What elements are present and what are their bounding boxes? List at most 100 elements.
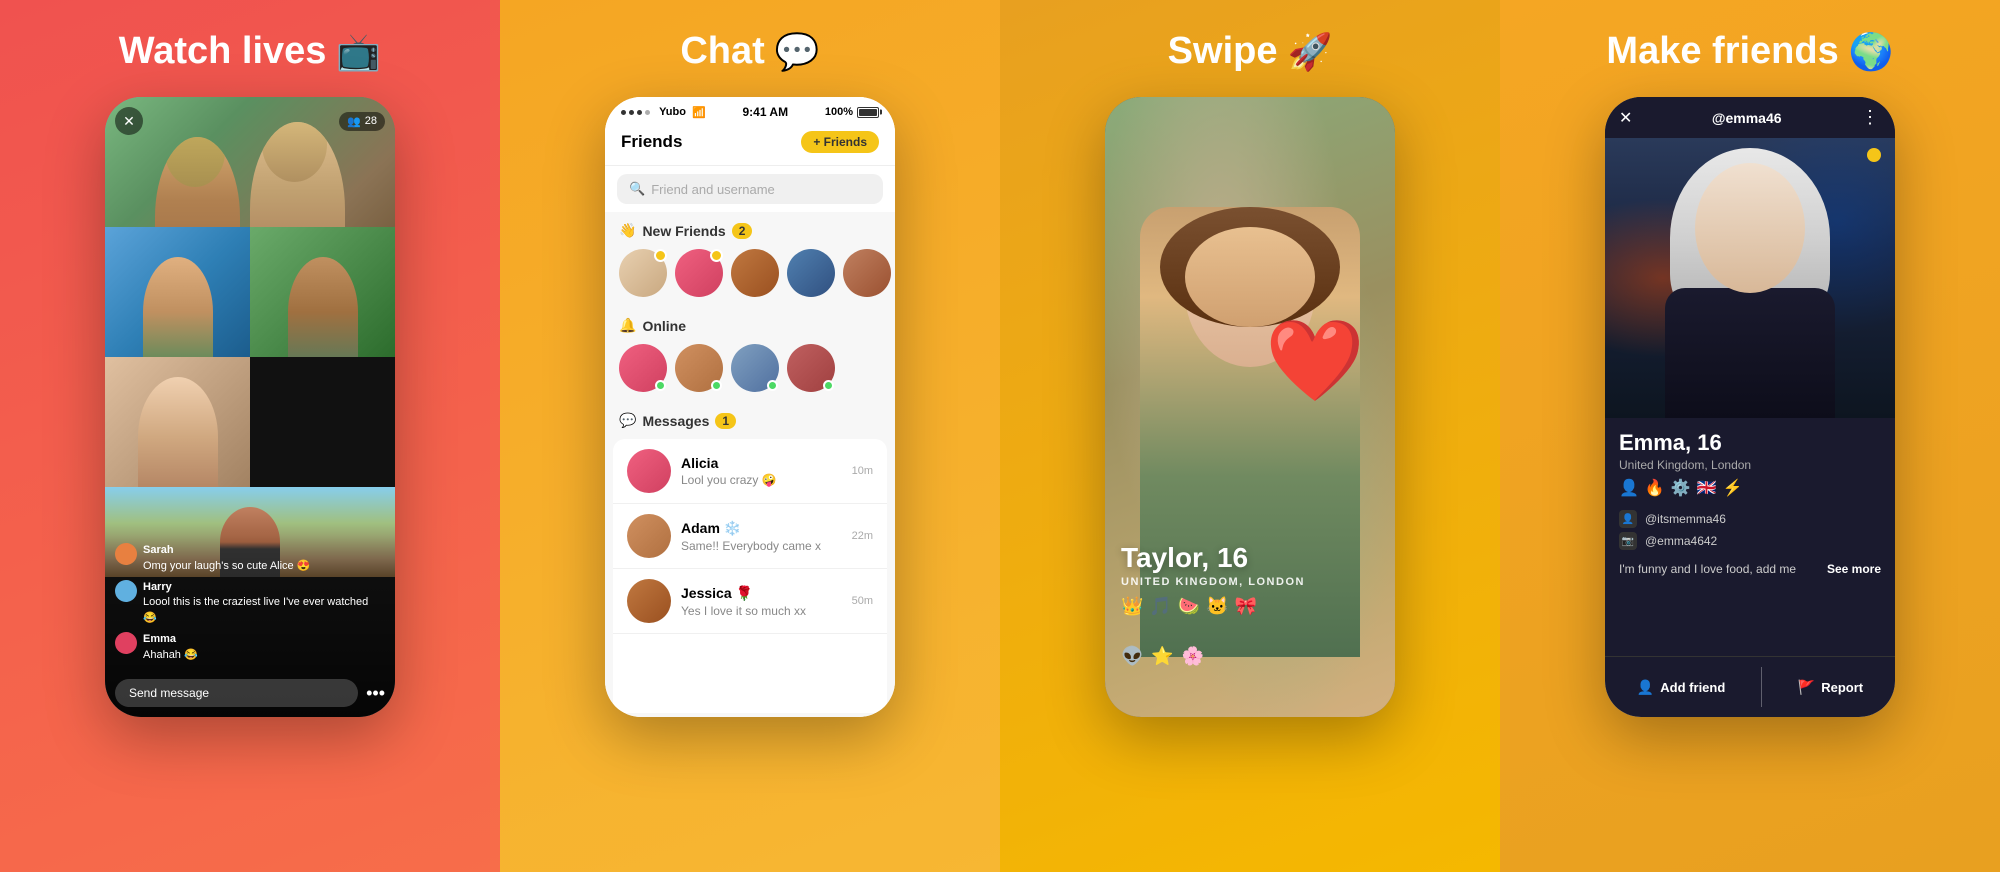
online-section-header: 🔔 Online (605, 307, 895, 340)
live-dots: ••• (366, 683, 385, 704)
live-send-input[interactable]: Send message (115, 679, 358, 707)
swipe-location: UNITED KINGDOM, London (1121, 576, 1379, 588)
link-icon-2: 📷 (1619, 532, 1637, 550)
msg-time-alicia: 10m (852, 465, 873, 477)
chat-panel: Chat 💬 Yubo 📶 9:41 AM 100% (500, 0, 1000, 872)
chat-msg-harry: Harry Loool this is the craziest live I'… (115, 580, 385, 626)
swipe-title-heading: Swipe 🚀 (1168, 30, 1333, 73)
msg-content-alicia: Alicia Lool you crazy 🤪 (681, 455, 842, 487)
battery-fill (859, 109, 877, 116)
new-friend-2[interactable] (675, 249, 723, 297)
make-friends-phone: ✕ @emma46 ⋮ (1605, 97, 1895, 717)
avatar-circle (731, 249, 779, 297)
profile-link-2: 📷 @emma4642 (1619, 532, 1881, 550)
online-indicator (655, 380, 666, 391)
chat-title-heading: Chat 💬 (680, 30, 819, 73)
profile-info: Emma, 16 United Kingdom, London 👤 🔥 ⚙️ 🇬… (1605, 418, 1895, 506)
new-friend-5[interactable] (843, 249, 891, 297)
swipe-panel: Swipe 🚀 ❤️ Taylor, 16 UNITED KINGDOM, Lo… (1000, 0, 1500, 872)
new-friend-3[interactable] (731, 249, 779, 297)
chat-screen: Yubo 📶 9:41 AM 100% Friends + Friends (605, 97, 895, 717)
messages-badge: 1 (715, 413, 736, 429)
add-friend-icon: 👤 (1637, 679, 1654, 696)
online-friend-1[interactable] (619, 344, 667, 392)
new-friends-section-header: 👋 New Friends 2 (605, 212, 895, 245)
chat-app-header: Friends + Friends (605, 123, 895, 166)
online-friend-3[interactable] (731, 344, 779, 392)
status-right: 100% (825, 106, 879, 118)
profile-username: @emma46 (1712, 110, 1782, 126)
new-indicator (654, 249, 667, 262)
swipe-interest-emojis: 👑 🎵 🍉 🐱 🎀 (1121, 596, 1379, 617)
message-row-alicia[interactable]: Alicia Lool you crazy 🤪 10m (613, 439, 887, 504)
link-icon-1: 👤 (1619, 510, 1637, 528)
watch-lives-phone: ✕ 👥 28 Sarah Omg your laugh's so cute Al… (105, 97, 395, 717)
report-icon: 🚩 (1798, 679, 1815, 696)
chat-avatar-harry (115, 580, 137, 602)
watch-lives-title: Watch lives 📺 (119, 30, 382, 73)
live-overlay-top: ✕ 👥 28 (115, 107, 385, 135)
search-box[interactable]: 🔍 Friend and username (617, 174, 883, 204)
live-screen: ✕ 👥 28 Sarah Omg your laugh's so cute Al… (105, 97, 395, 717)
bottom-emojis: 👽 ⭐ 🌸 (1121, 646, 1379, 667)
chat-msg-emma: Emma Ahahah 😂 (115, 632, 385, 663)
battery-icon (857, 107, 879, 118)
msg-avatar-adam (627, 514, 671, 558)
online-indicator (711, 380, 722, 391)
new-friends-badge: 2 (732, 223, 753, 239)
chat-msg-sarah: Sarah Omg your laugh's so cute Alice 😍 (115, 543, 385, 574)
chat-avatar-emma (115, 632, 137, 654)
live-viewers: 👥 28 (339, 112, 385, 131)
live-grid: ✕ 👥 28 (105, 97, 395, 577)
swipe-screen: ❤️ Taylor, 16 UNITED KINGDOM, London 👑 🎵… (1105, 97, 1395, 717)
heart-emoji: ❤️ (1265, 314, 1365, 408)
profile-link-1: 👤 @itsmemma46 (1619, 510, 1881, 528)
status-left: Yubo 📶 (621, 106, 706, 119)
swipe-profile-info: Taylor, 16 UNITED KINGDOM, London 👑 🎵 🍉 … (1121, 542, 1379, 617)
profile-location: United Kingdom, London (1619, 458, 1881, 472)
profile-bio: I'm funny and I love food, add me See mo… (1605, 558, 1895, 580)
make-friends-panel: Make friends 🌍 ✕ @emma46 ⋮ (1500, 0, 2000, 872)
new-friends-avatars (605, 245, 895, 307)
messages-section-header: 💬 Messages 1 (605, 402, 895, 435)
live-close-btn[interactable]: ✕ (115, 107, 143, 135)
chat-search-bar: 🔍 Friend and username (605, 166, 895, 212)
msg-time-jessica: 50m (852, 595, 873, 607)
online-avatars (605, 340, 895, 402)
live-cell-guy (105, 227, 250, 357)
live-cell-friend (250, 227, 395, 357)
add-friends-button[interactable]: + Friends (801, 131, 879, 153)
make-friends-title-heading: Make friends 🌍 (1606, 30, 1893, 73)
profile-actions: 👤 Add friend 🚩 Report (1605, 656, 1895, 717)
new-friend-1[interactable] (619, 249, 667, 297)
profile-person (1660, 148, 1840, 418)
avatar-circle (787, 249, 835, 297)
avatar-circle (843, 249, 891, 297)
watch-lives-panel: Watch lives 📺 (0, 0, 500, 872)
online-friend-2[interactable] (675, 344, 723, 392)
status-bar: Yubo 📶 9:41 AM 100% (605, 97, 895, 123)
swipe-phone: ❤️ Taylor, 16 UNITED KINGDOM, London 👑 🎵… (1105, 97, 1395, 717)
messages-list: Alicia Lool you crazy 🤪 10m Adam ❄️ Same… (613, 439, 887, 713)
message-row-jessica[interactable]: Jessica 🌹 Yes I love it so much xx 50m (613, 569, 887, 634)
msg-content-adam: Adam ❄️ Same!! Everybody came x (681, 520, 842, 553)
new-friend-4[interactable] (787, 249, 835, 297)
msg-time-adam: 22m (852, 530, 873, 542)
globe-emoji: 🌍 (1849, 31, 1894, 73)
see-more-btn[interactable]: See more (1827, 562, 1881, 576)
signal-dot-2 (629, 110, 634, 115)
add-friend-button[interactable]: 👤 Add friend (1637, 667, 1725, 707)
yellow-indicator (1867, 148, 1881, 162)
search-icon: 🔍 (629, 181, 645, 197)
message-row-adam[interactable]: Adam ❄️ Same!! Everybody came x 22m (613, 504, 887, 569)
chat-avatar-sarah (115, 543, 137, 565)
profile-menu-btn[interactable]: ⋮ (1861, 107, 1881, 128)
online-indicator (767, 380, 778, 391)
rocket-emoji: 🚀 (1287, 31, 1332, 73)
online-friend-4[interactable] (787, 344, 835, 392)
profile-close-btn[interactable]: ✕ (1619, 108, 1632, 128)
live-cell-girl2 (105, 357, 250, 487)
status-time: 9:41 AM (743, 105, 789, 119)
report-button[interactable]: 🚩 Report (1798, 667, 1863, 707)
chat-emoji: 💬 (775, 31, 820, 73)
